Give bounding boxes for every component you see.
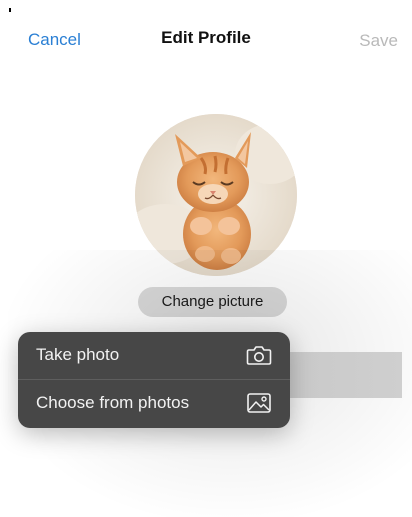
menu-item-take-photo[interactable]: Take photo — [18, 332, 290, 379]
photo-library-icon — [246, 392, 272, 414]
avatar-photo-kitten — [135, 114, 297, 276]
menu-item-label: Take photo — [36, 345, 120, 364]
edit-profile-screen: Cancel Edit Profile Save Change picture … — [0, 0, 412, 517]
page-title: Edit Profile — [161, 28, 251, 47]
photo-source-menu: Take photo Choose from photos — [18, 332, 290, 428]
save-button[interactable]: Save — [359, 31, 398, 51]
avatar[interactable] — [135, 114, 297, 276]
menu-item-label: Choose from photos — [36, 393, 190, 412]
camera-icon — [246, 344, 272, 366]
change-picture-button[interactable]: Change picture — [138, 287, 287, 317]
menu-item-choose-from-photos[interactable]: Choose from photos — [18, 380, 290, 427]
navigation-bar: Cancel Edit Profile Save — [0, 0, 412, 70]
